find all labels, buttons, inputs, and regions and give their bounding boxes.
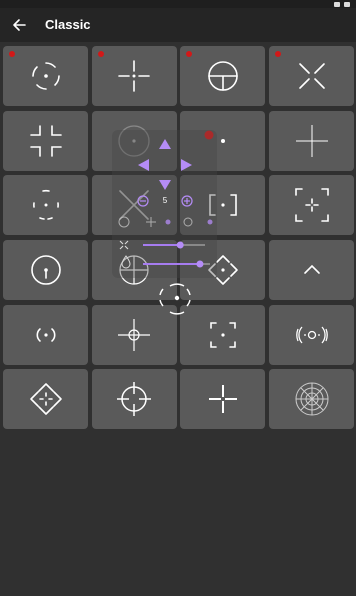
plus-gap-crosshair-icon bbox=[208, 385, 237, 414]
corner-box-crosshair-icon bbox=[294, 188, 329, 223]
crosshair-17[interactable] bbox=[3, 304, 88, 365]
crosshair-21[interactable] bbox=[3, 369, 88, 430]
crosshair-19[interactable] bbox=[180, 304, 266, 365]
corner-brackets-cross-crosshair-icon bbox=[29, 124, 62, 157]
crosshair-8[interactable] bbox=[269, 110, 355, 171]
circle-tick-crosshair-icon bbox=[30, 255, 61, 285]
scope-cross-crosshair-icon bbox=[117, 382, 152, 417]
premium-badge bbox=[275, 51, 282, 57]
opacity-slider-thumb bbox=[196, 260, 204, 268]
adjust-panel bbox=[112, 130, 217, 278]
signal-icon bbox=[334, 1, 340, 7]
premium-badge bbox=[97, 51, 104, 57]
gap-cross-dot-crosshair-icon bbox=[118, 60, 150, 92]
app-bar: Classic bbox=[0, 8, 356, 42]
arc-dot-crosshair-icon bbox=[32, 190, 59, 221]
premium-badge bbox=[9, 51, 15, 57]
crosshair-2[interactable] bbox=[91, 46, 177, 106]
battery-icon bbox=[344, 1, 350, 7]
target-circle-crosshair-icon bbox=[295, 382, 329, 416]
x-crosshair-icon bbox=[298, 63, 325, 89]
crosshair-1[interactable] bbox=[3, 46, 88, 106]
arrows-circle-crosshair-icon bbox=[295, 326, 328, 344]
crosshair-4[interactable] bbox=[269, 46, 355, 106]
scale-slider-thumb bbox=[176, 241, 184, 249]
arrow-left-icon bbox=[13, 19, 26, 31]
premium-badge bbox=[186, 51, 193, 57]
crosshair-3[interactable] bbox=[180, 46, 266, 106]
paren-dot-crosshair-icon bbox=[35, 327, 56, 342]
crosshair-5[interactable] bbox=[3, 110, 88, 171]
status-icons bbox=[334, 0, 350, 8]
cross-small-circle-crosshair-icon bbox=[118, 318, 151, 351]
diamond-corners-crosshair-icon bbox=[29, 383, 62, 416]
dotted-circle-crosshair-icon bbox=[31, 62, 60, 90]
back-button[interactable] bbox=[6, 12, 32, 38]
corner-dot-crosshair-icon bbox=[210, 321, 236, 348]
crosshair-22[interactable] bbox=[91, 369, 177, 430]
scope-circle-crosshair-icon bbox=[208, 61, 238, 91]
crosshair-12[interactable] bbox=[269, 175, 355, 236]
crosshair-23[interactable] bbox=[180, 369, 266, 430]
crosshair-13[interactable] bbox=[3, 240, 88, 301]
crosshair-16[interactable] bbox=[269, 240, 355, 301]
crosshair-24[interactable] bbox=[269, 369, 355, 430]
crosshair-20[interactable] bbox=[269, 304, 355, 365]
status-bar bbox=[0, 0, 356, 8]
thin-cross-crosshair-icon bbox=[295, 124, 328, 157]
crosshair-18[interactable] bbox=[91, 304, 177, 365]
chevron-crosshair-icon bbox=[303, 264, 320, 274]
crosshair-9[interactable] bbox=[3, 175, 88, 236]
page-title: Classic bbox=[45, 17, 91, 32]
